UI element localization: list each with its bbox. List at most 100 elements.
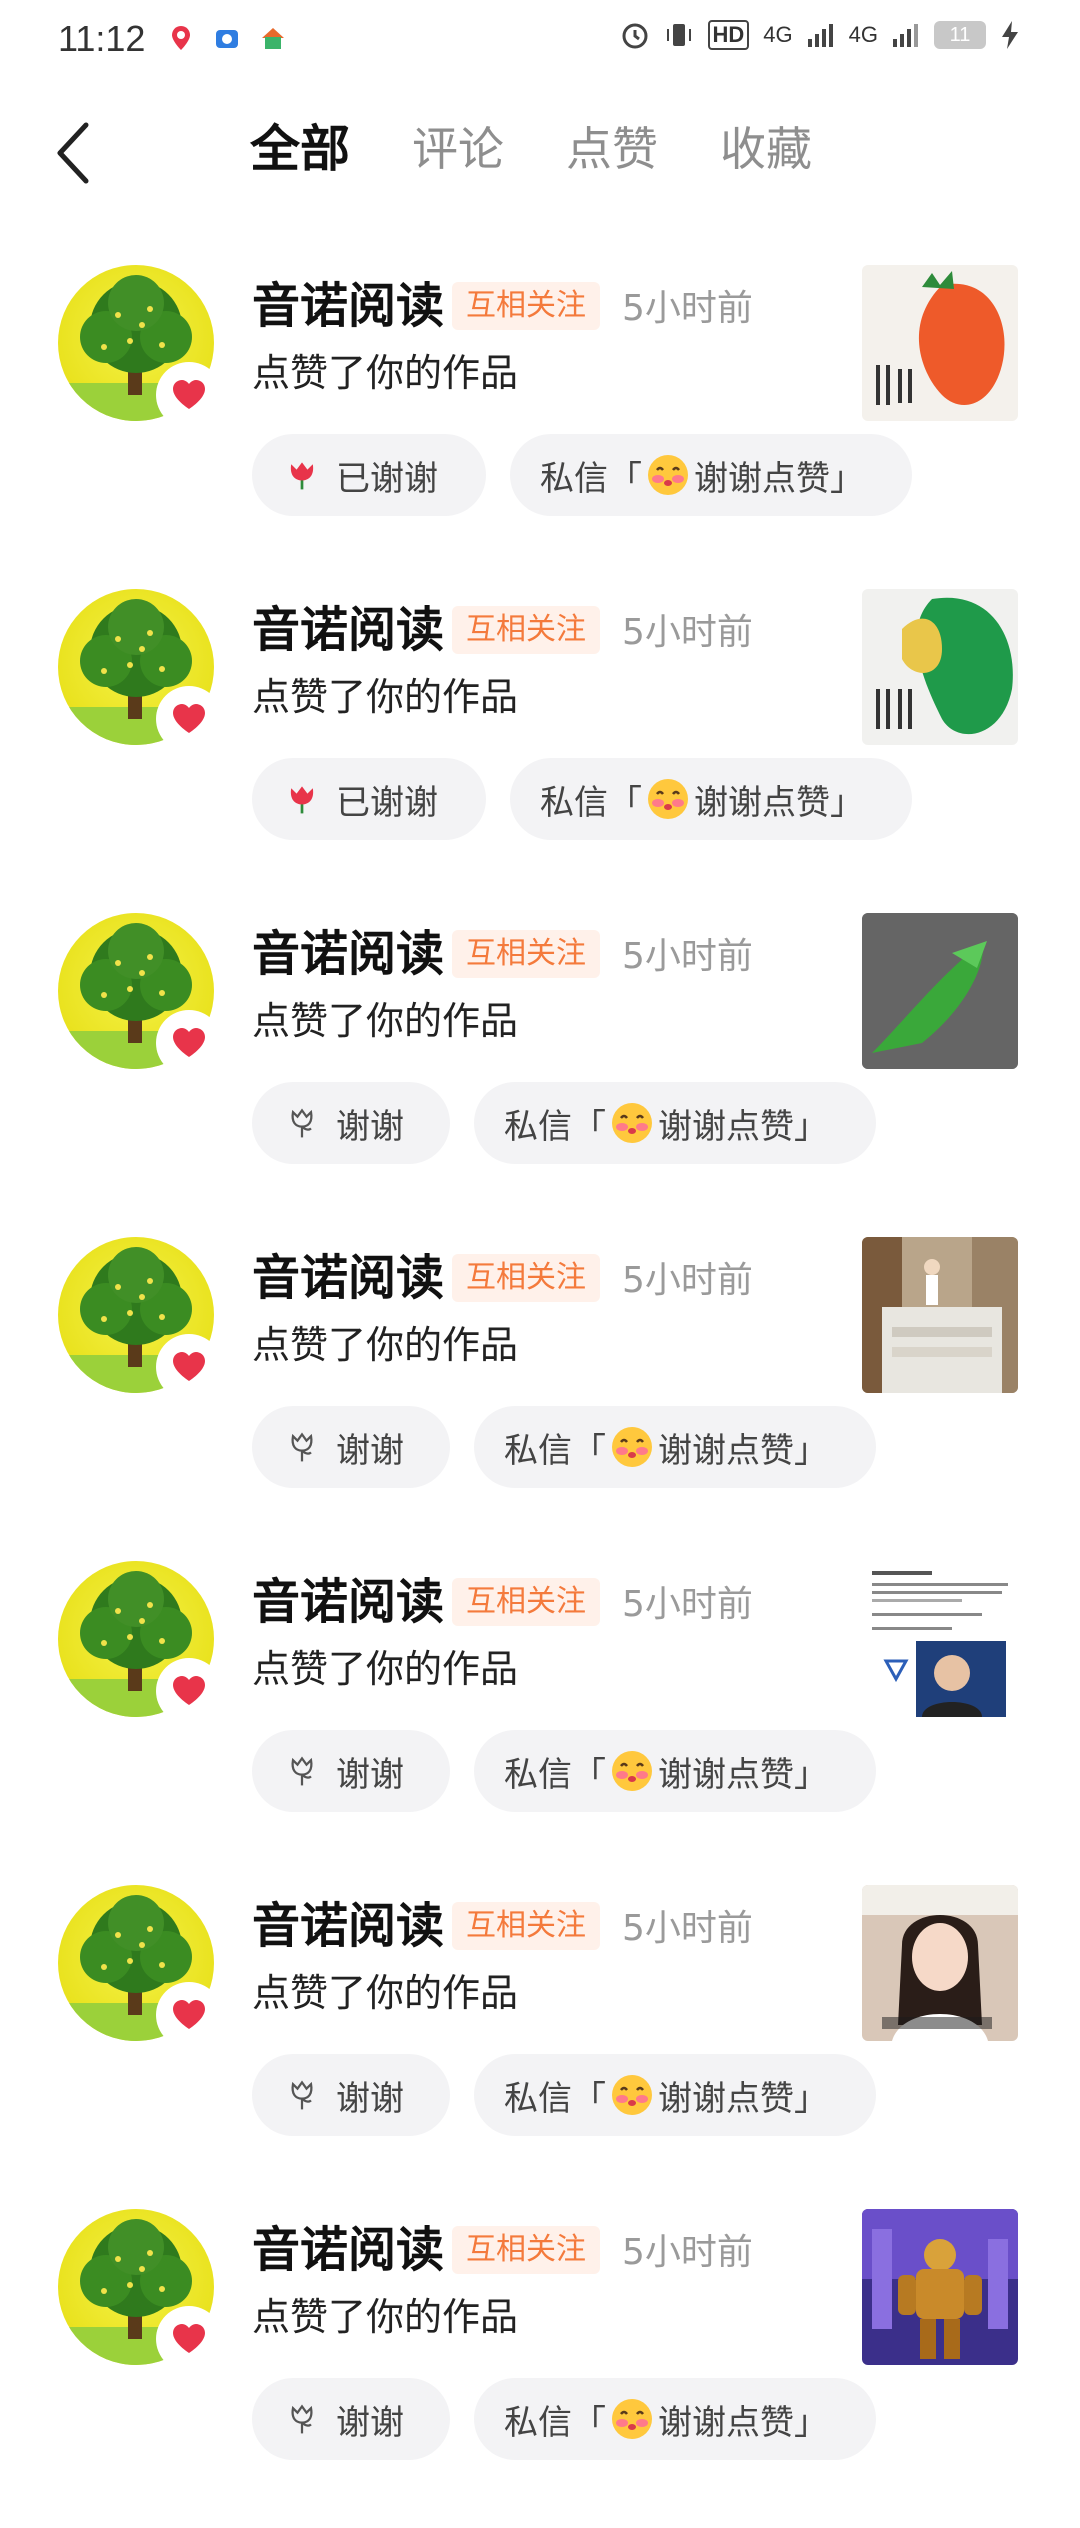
thanks-button[interactable]: 已谢谢 [252, 758, 486, 840]
thanks-label: 谢谢 [336, 1430, 404, 1471]
chevron-left-icon [57, 122, 89, 184]
dm-thanks-button[interactable]: 私信「 谢谢点赞」 [510, 758, 912, 840]
dm-text: 谢谢点赞」 [694, 782, 864, 823]
dm-thanks-button[interactable]: 私信「 谢谢点赞」 [474, 1730, 876, 1812]
tulip-outline-icon [282, 2399, 322, 2439]
home-app-icon [257, 22, 289, 54]
tulip-outline-icon [282, 1751, 322, 1791]
dm-text: 谢谢点赞」 [658, 1430, 828, 1471]
dm-text: 谢谢点赞」 [658, 2078, 828, 2119]
notification-item[interactable]: 音诺阅读 互相关注 5小时前 点赞了你的作品 谢谢 私信「 谢谢点赞」 [0, 1880, 1080, 2204]
network-label-2: 4G [848, 22, 878, 47]
user-name[interactable]: 音诺阅读 [252, 276, 444, 336]
thanks-label: 已谢谢 [336, 782, 438, 823]
tulip-filled-icon [290, 462, 314, 490]
heart-icon [173, 2324, 205, 2353]
tab-likes[interactable]: 点赞 [566, 114, 658, 184]
tulip-outline-icon [291, 1756, 313, 1786]
action-text: 点赞了你的作品 [252, 675, 519, 719]
heart-icon [173, 2000, 205, 2029]
tulip-outline-icon [291, 2404, 313, 2434]
dm-text: 谢谢点赞」 [658, 2402, 828, 2443]
status-time: 11:12 [58, 18, 146, 59]
thanks-label: 谢谢 [336, 2402, 404, 2443]
thanks-button[interactable]: 谢谢 [252, 2378, 450, 2460]
tulip-filled-icon [290, 786, 314, 814]
user-name[interactable]: 音诺阅读 [252, 600, 444, 660]
tulip-outline-icon [282, 1427, 322, 1467]
notification-item[interactable]: 音诺阅读 互相关注 5小时前 点赞了你的作品 谢谢 私信「 谢谢点赞」 [0, 1556, 1080, 1880]
tulip-outline-icon [291, 1432, 313, 1462]
thanks-label: 谢谢 [336, 1106, 404, 1147]
blushing-face-emoji-icon [612, 1103, 652, 1143]
thanks-label: 谢谢 [336, 2078, 404, 2119]
blushing-face-emoji-icon [612, 1427, 652, 1467]
work-thumbnail-photo-woman[interactable] [862, 1885, 1018, 2041]
dm-thanks-button[interactable]: 私信「 谢谢点赞」 [474, 2378, 876, 2460]
signal-icon-2 [893, 24, 918, 47]
tulip-outline-icon [291, 2080, 313, 2110]
tulip-filled-icon [282, 779, 322, 819]
dm-text: 谢谢点赞」 [658, 1106, 828, 1147]
dm-prefix: 私信「 [504, 2402, 606, 2443]
work-thumbnail-poster-orange[interactable] [862, 265, 1018, 421]
dm-thanks-button[interactable]: 私信「 谢谢点赞」 [510, 434, 912, 516]
dm-prefix: 私信「 [504, 1430, 606, 1471]
heart-badge [158, 364, 220, 426]
notification-item[interactable]: 音诺阅读 互相关注 5小时前 点赞了你的作品 已谢谢 私信「 谢谢点赞」 [0, 260, 1080, 584]
dm-prefix: 私信「 [540, 458, 642, 499]
work-thumbnail-article-portrait[interactable] [862, 1561, 1018, 1717]
timestamp: 5小时前 [622, 288, 753, 329]
notification-item[interactable]: 音诺阅读 互相关注 5小时前 点赞了你的作品 谢谢 私信「 谢谢点赞」 [0, 908, 1080, 1232]
blushing-face-emoji-icon [612, 1751, 652, 1791]
heart-badge [158, 1660, 220, 1722]
network-label-1: 4G [763, 22, 793, 47]
thanks-button[interactable]: 谢谢 [252, 1082, 450, 1164]
tab-favorites[interactable]: 收藏 [720, 114, 812, 184]
header: 全部 评论 点赞 收藏 [0, 100, 1080, 210]
tab-comments[interactable]: 评论 [412, 114, 504, 184]
work-thumbnail-photo-room[interactable] [862, 1237, 1018, 1393]
tulip-outline-icon [282, 2075, 322, 2115]
mutual-follow-badge: 互相关注 [452, 2226, 600, 2274]
thanks-button[interactable]: 谢谢 [252, 1730, 450, 1812]
timestamp: 5小时前 [622, 936, 753, 977]
back-button[interactable] [44, 118, 104, 188]
timestamp: 5小时前 [622, 1584, 753, 1625]
status-app-icons [165, 22, 289, 54]
user-name[interactable]: 音诺阅读 [252, 1248, 444, 1308]
thanks-button[interactable]: 已谢谢 [252, 434, 486, 516]
user-name[interactable]: 音诺阅读 [252, 1896, 444, 1956]
dm-thanks-button[interactable]: 私信「 谢谢点赞」 [474, 1082, 876, 1164]
user-name[interactable]: 音诺阅读 [252, 1572, 444, 1632]
battery-level: 11 [949, 23, 971, 46]
status-right: HD 4G 4G 11 [620, 20, 1021, 50]
notification-item[interactable]: 音诺阅读 互相关注 5小时前 点赞了你的作品 谢谢 私信「 谢谢点赞」 [0, 2204, 1080, 2528]
work-thumbnail-photo-leaf[interactable] [862, 913, 1018, 1069]
thanks-button[interactable]: 谢谢 [252, 2054, 450, 2136]
dm-thanks-button[interactable]: 私信「 谢谢点赞」 [474, 2054, 876, 2136]
user-name[interactable]: 音诺阅读 [252, 924, 444, 984]
mutual-follow-badge: 互相关注 [452, 1254, 600, 1302]
timestamp: 5小时前 [622, 2232, 753, 2273]
thanks-button[interactable]: 谢谢 [252, 1406, 450, 1488]
heart-icon [173, 704, 205, 733]
blushing-face-emoji-icon [648, 779, 688, 819]
tab-all[interactable]: 全部 [250, 114, 350, 184]
heart-badge [158, 2308, 220, 2370]
dm-prefix: 私信「 [540, 782, 642, 823]
action-text: 点赞了你的作品 [252, 1647, 519, 1691]
timestamp: 5小时前 [622, 1260, 753, 1301]
mutual-follow-badge: 互相关注 [452, 1902, 600, 1950]
heart-badge [158, 1336, 220, 1398]
mutual-follow-badge: 互相关注 [452, 606, 600, 654]
heart-badge [158, 1012, 220, 1074]
hd-label: HD [707, 20, 750, 50]
user-name[interactable]: 音诺阅读 [252, 2220, 444, 2280]
notification-item[interactable]: 音诺阅读 互相关注 5小时前 点赞了你的作品 已谢谢 私信「 谢谢点赞」 [0, 584, 1080, 908]
dm-thanks-button[interactable]: 私信「 谢谢点赞」 [474, 1406, 876, 1488]
work-thumbnail-art-robot[interactable] [862, 2209, 1018, 2365]
notification-item[interactable]: 音诺阅读 互相关注 5小时前 点赞了你的作品 谢谢 私信「 谢谢点赞」 [0, 1232, 1080, 1556]
work-thumbnail-poster-green[interactable] [862, 589, 1018, 745]
action-text: 点赞了你的作品 [252, 351, 519, 395]
